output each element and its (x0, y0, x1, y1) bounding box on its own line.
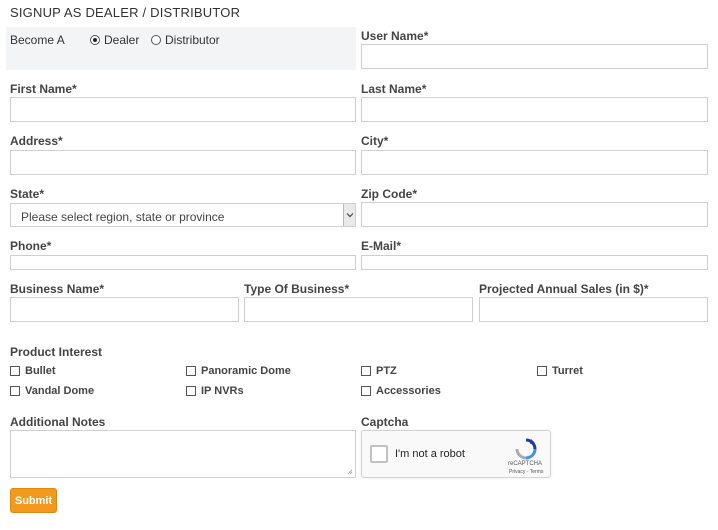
recaptcha-text: I'm not a robot (395, 448, 465, 460)
business-name-input[interactable] (10, 297, 239, 322)
first-name-input[interactable] (10, 97, 356, 122)
radio-dealer-label: Dealer (104, 33, 140, 47)
user-name-input[interactable] (361, 44, 708, 69)
radio-distributor-label: Distributor (165, 33, 220, 47)
projected-sales-label: Projected Annual Sales (in $)* (479, 282, 649, 296)
checkbox-bullet[interactable]: Bullet (10, 365, 56, 377)
checkbox-ptz-label: PTZ (376, 365, 397, 377)
checkbox-icon[interactable] (361, 386, 371, 396)
checkbox-ip-nvrs-label: IP NVRs (201, 385, 244, 397)
user-name-label: User Name* (361, 29, 429, 43)
state-select-value: Please select region, state or province (21, 210, 225, 224)
chevron-down-icon[interactable] (343, 204, 355, 226)
business-name-label: Business Name* (10, 282, 105, 296)
checkbox-icon[interactable] (10, 386, 20, 396)
checkbox-icon[interactable] (361, 366, 371, 376)
city-label: City* (361, 134, 389, 148)
checkbox-ptz[interactable]: PTZ (361, 365, 397, 377)
radio-checked-icon[interactable] (90, 35, 100, 45)
address-input[interactable] (10, 150, 356, 175)
last-name-input[interactable] (361, 97, 708, 122)
address-label: Address* (10, 134, 63, 148)
phone-input[interactable] (10, 255, 356, 270)
checkbox-vandal-dome[interactable]: Vandal Dome (10, 385, 94, 397)
state-select[interactable]: Please select region, state or province (10, 203, 356, 227)
captcha-label: Captcha (361, 415, 409, 429)
first-name-label: First Name* (10, 82, 77, 96)
product-interest-label: Product Interest (10, 345, 103, 359)
checkbox-turret-label: Turret (552, 365, 583, 377)
type-of-business-input[interactable] (244, 297, 473, 322)
checkbox-ip-nvrs[interactable]: IP NVRs (186, 385, 244, 397)
recaptcha-brand: reCAPTCHA (508, 461, 543, 467)
zip-code-label: Zip Code* (361, 187, 417, 201)
radio-dealer[interactable]: Dealer (90, 33, 139, 47)
type-of-business-label: Type Of Business* (244, 282, 350, 296)
last-name-label: Last Name* (361, 82, 427, 96)
checkbox-panoramic-dome-label: Panoramic Dome (201, 365, 291, 377)
recaptcha-checkbox[interactable] (370, 445, 388, 463)
submit-button[interactable]: Submit (10, 488, 57, 513)
checkbox-bullet-label: Bullet (25, 365, 56, 377)
checkbox-icon[interactable] (537, 366, 547, 376)
page-title: SIGNUP AS DEALER / DISTRIBUTOR (10, 5, 241, 20)
additional-notes-textarea[interactable] (10, 430, 356, 478)
recaptcha-widget: I'm not a robot reCAPTCHA Privacy - Term… (361, 430, 551, 478)
become-a-label: Become A (10, 33, 65, 47)
email-input[interactable] (361, 255, 708, 270)
phone-label: Phone* (10, 239, 52, 253)
checkbox-vandal-dome-label: Vandal Dome (25, 385, 95, 397)
checkbox-turret[interactable]: Turret (537, 365, 583, 377)
checkbox-icon[interactable] (186, 366, 196, 376)
recaptcha-terms-link[interactable]: Privacy - Terms (509, 469, 543, 475)
radio-unchecked-icon[interactable] (151, 35, 161, 45)
checkbox-accessories[interactable]: Accessories (361, 385, 441, 397)
city-input[interactable] (361, 150, 708, 175)
projected-sales-input[interactable] (479, 297, 708, 322)
checkbox-accessories-label: Accessories (376, 385, 441, 397)
checkbox-icon[interactable] (186, 386, 196, 396)
recaptcha-logo-icon (515, 438, 537, 460)
resize-handle-icon[interactable] (347, 469, 353, 475)
checkbox-icon[interactable] (10, 366, 20, 376)
additional-notes-label: Additional Notes (10, 415, 106, 429)
checkbox-panoramic-dome[interactable]: Panoramic Dome (186, 365, 291, 377)
zip-code-input[interactable] (361, 202, 708, 227)
email-label: E-Mail* (361, 239, 402, 253)
state-label: State* (10, 187, 45, 201)
radio-distributor[interactable]: Distributor (151, 33, 220, 47)
